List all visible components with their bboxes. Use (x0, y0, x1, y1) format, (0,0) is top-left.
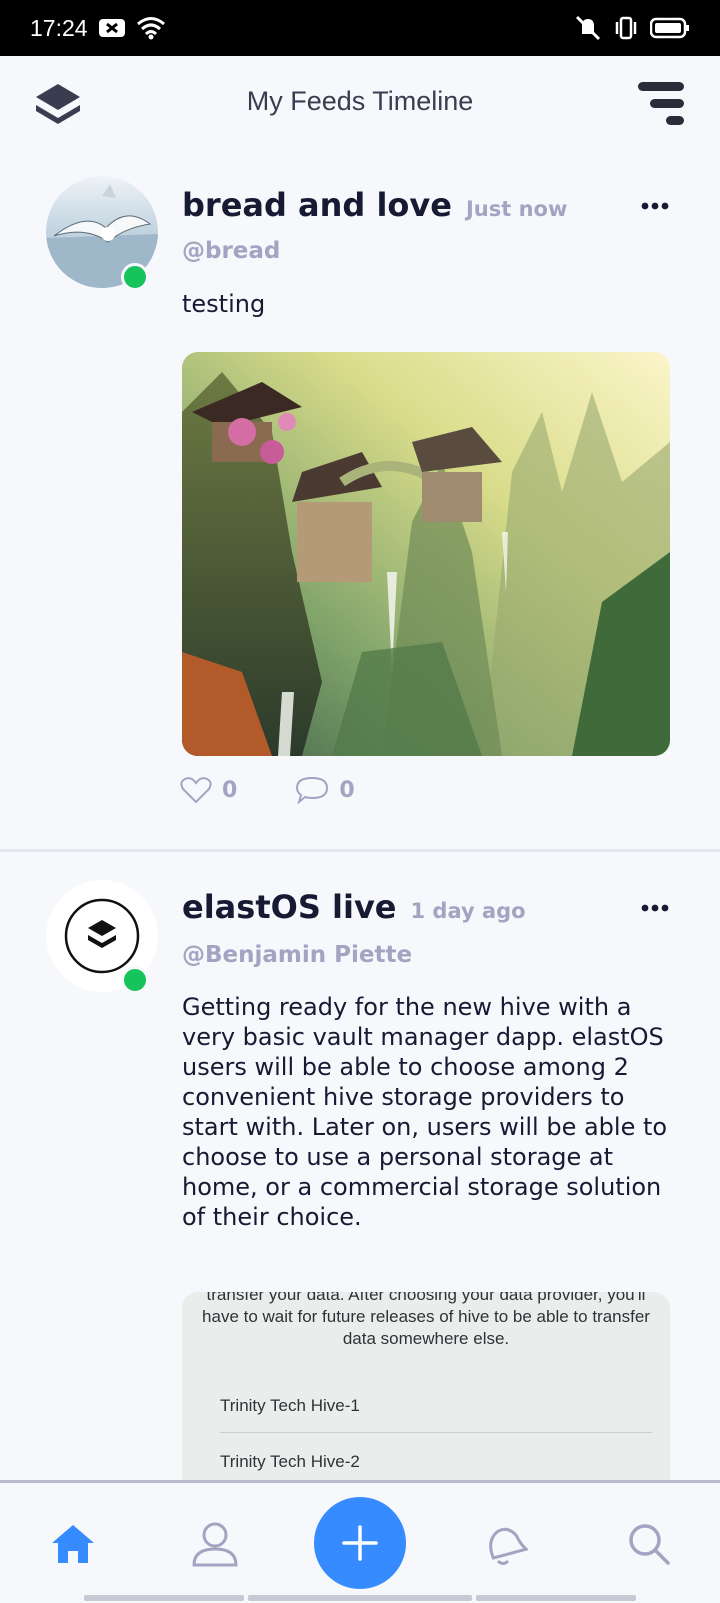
gesture-bar-segment (476, 1595, 636, 1601)
gesture-bar-segment (84, 1595, 244, 1601)
post-time: 1 day ago (410, 899, 526, 923)
online-status-dot (121, 263, 149, 291)
author-name-text: bread and love (182, 186, 452, 224)
author-handle[interactable]: @bread (182, 238, 280, 264)
author-handle[interactable]: @Benjamin Piette (182, 942, 412, 968)
post-divider (0, 849, 720, 852)
profile-icon[interactable] (190, 1519, 240, 1569)
post-text: testing (182, 290, 266, 318)
gesture-bar-segment (248, 1595, 472, 1601)
status-bar: 17:24 (0, 0, 720, 56)
author-name[interactable]: elastOS live 1 day ago (182, 888, 526, 926)
more-options-icon[interactable] (640, 198, 670, 214)
create-post-button[interactable] (314, 1497, 406, 1589)
author-name-text: elastOS live (182, 888, 397, 926)
vibrate-icon (615, 16, 637, 40)
post-text: Getting ready for the new hive with a ve… (182, 993, 668, 1231)
mute-vibrate-icon (575, 15, 601, 41)
battery-icon (650, 17, 689, 39)
comment-count: 0 (339, 777, 355, 803)
filter-icon[interactable] (636, 78, 686, 130)
post-image[interactable] (182, 352, 670, 756)
notifications-bell-icon[interactable] (478, 1519, 528, 1569)
wifi-icon (136, 17, 165, 40)
landscape-image (182, 352, 670, 756)
heart-icon (180, 777, 212, 804)
page-title: My Feeds Timeline (246, 86, 474, 116)
embed-divider (220, 1432, 652, 1433)
author-name[interactable]: bread and love Just now (182, 186, 567, 224)
plus-icon (342, 1525, 378, 1561)
search-icon[interactable] (624, 1519, 674, 1569)
comment-button[interactable]: 0 (295, 776, 355, 804)
notification-icon (98, 19, 125, 37)
top-bar: My Feeds Timeline (0, 56, 720, 152)
like-count: 0 (222, 777, 238, 803)
status-time: 17:24 (30, 14, 88, 41)
embed-option[interactable]: Trinity Tech Hive-2 (220, 1452, 360, 1472)
bottom-nav (0, 1480, 720, 1603)
embed-option[interactable]: Trinity Tech Hive-1 (220, 1396, 360, 1416)
online-status-dot (121, 966, 149, 994)
more-options-icon[interactable] (640, 900, 670, 916)
post-time: Just now (465, 197, 568, 221)
like-button[interactable]: 0 (180, 776, 237, 804)
comment-icon (296, 776, 329, 804)
embed-text: transfer your data. After choosing your … (202, 1292, 650, 1348)
home-icon[interactable] (48, 1519, 98, 1569)
post-actions: 0 0 (180, 776, 355, 804)
embedded-content[interactable]: transfer your data. After choosing your … (182, 1292, 670, 1482)
